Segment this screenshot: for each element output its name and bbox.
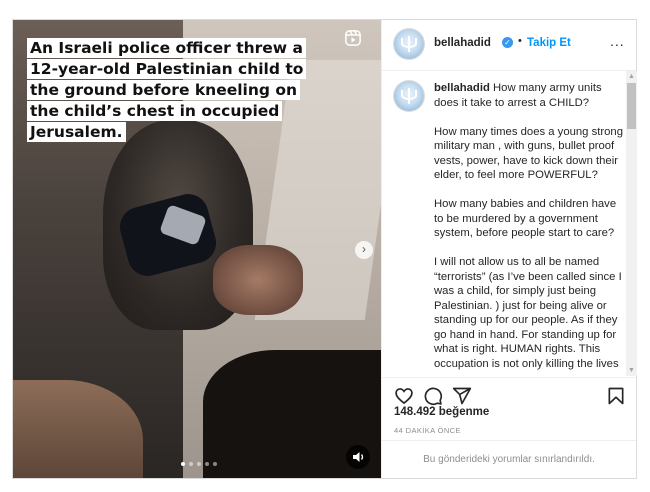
carousel-dot (213, 462, 217, 466)
comments-restricted-notice: Bu gönderideki yorumlar sınırlandırıldı. (382, 440, 636, 479)
carousel-dot (197, 462, 201, 466)
heart-icon[interactable] (394, 386, 414, 406)
post-timestamp[interactable]: 44 DAKİKA ÖNCE (394, 426, 461, 435)
post-modal: An Israeli police officer threw a 12-yea… (12, 19, 637, 479)
post-header: bellahadid ✓ • Takip Et ... (382, 20, 636, 71)
verified-badge-icon: ✓ (502, 37, 513, 48)
carousel-dot (181, 462, 185, 466)
next-arrow-icon[interactable]: › (355, 241, 373, 259)
scroll-down-arrow-icon[interactable]: ▼ (626, 365, 637, 376)
speaker-glyph (353, 452, 364, 462)
scroll-up-arrow-icon[interactable]: ▲ (626, 71, 637, 82)
caption-text: bellahadid How many army units does it t… (434, 81, 624, 376)
caption-scrollbar[interactable]: ▲ ▼ (626, 71, 637, 376)
caption-paragraph: I will not allow us to all be named “ter… (434, 256, 622, 370)
likes-count[interactable]: 148.492 beğenme (394, 406, 489, 418)
share-icon[interactable] (452, 386, 472, 406)
more-options-button[interactable]: ... (610, 33, 625, 49)
carousel-dots (181, 462, 217, 466)
reel-icon (345, 30, 361, 46)
caption-overlay-text: An Israeli police officer threw a 12-yea… (27, 38, 307, 142)
caption-area[interactable]: bellahadid How many army units does it t… (382, 71, 626, 376)
sound-icon[interactable] (346, 445, 370, 469)
avatar-figure (408, 35, 410, 53)
media-hand (213, 245, 303, 315)
caption-overlay: An Israeli police officer threw a 12-yea… (27, 38, 323, 143)
caption-paragraph: How many babies and children have to be … (434, 198, 617, 239)
header-separator: • (518, 35, 522, 47)
caption-paragraph: How many times does a young strong milit… (434, 125, 624, 182)
header-username[interactable]: bellahadid (434, 37, 491, 49)
post-side-panel: bellahadid ✓ • Takip Et ... bellahadid H… (381, 20, 637, 479)
carousel-dot (205, 462, 209, 466)
post-media[interactable]: An Israeli police officer threw a 12-yea… (13, 20, 381, 478)
avatar[interactable] (394, 29, 424, 59)
bookmark-icon[interactable] (606, 386, 626, 406)
carousel-dot (189, 462, 193, 466)
caption-avatar[interactable] (394, 81, 424, 111)
caption-username[interactable]: bellahadid (434, 82, 490, 94)
avatar-figure (408, 87, 410, 105)
caption-paragraph: bellahadid How many army units does it t… (434, 81, 624, 110)
follow-button[interactable]: Takip Et (527, 37, 571, 49)
comment-icon[interactable] (423, 386, 443, 406)
scrollbar-thumb[interactable] (627, 83, 636, 129)
